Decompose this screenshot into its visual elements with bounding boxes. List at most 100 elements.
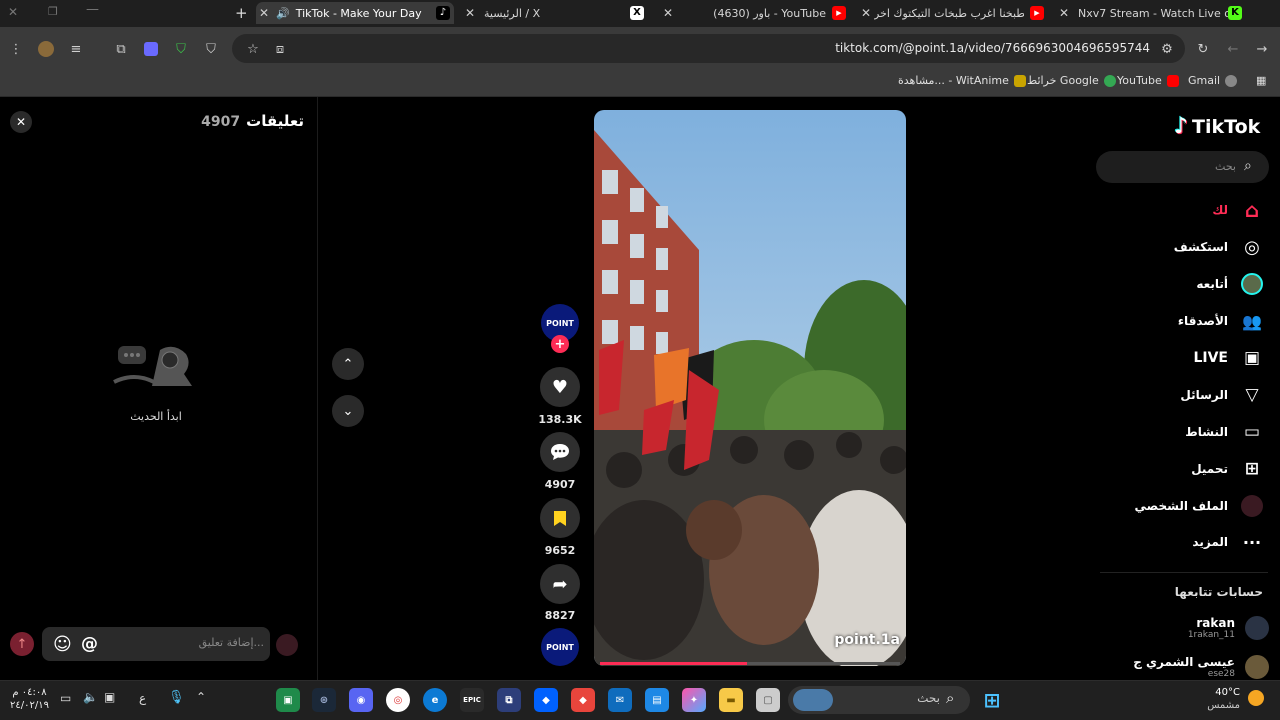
xbox-app-icon[interactable]: ▣ (276, 688, 300, 712)
nav-item-upload[interactable]: تحميل ⊞ (1191, 457, 1264, 481)
extensions-icon[interactable]: ⧉ (111, 39, 131, 59)
bookmark-label: مشاهدة... - WitAnime (898, 74, 1009, 87)
account-handle: ese28 (1207, 669, 1235, 679)
tray-expand-icon[interactable]: ⌃ (196, 690, 206, 704)
comments-title: تعليقات (246, 112, 304, 130)
emoji-icon[interactable]: ☺ (53, 634, 72, 655)
restore-window-icon[interactable]: ❐ (48, 5, 58, 18)
like-button[interactable]: ♥ (540, 367, 580, 407)
divider (1100, 572, 1268, 573)
input-language[interactable]: ع (139, 691, 146, 705)
tab-x[interactable]: ✕ الرئيسية / X X (462, 2, 648, 24)
upload-icon: ⊞ (1244, 459, 1260, 479)
url-text[interactable]: tiktok.com/@point.1a/video/7666963004696… (835, 41, 1150, 55)
tab-youtube-1[interactable]: ✕ (4630) باور - YouTube ▶ (660, 2, 850, 24)
bookmark-star-icon[interactable]: ☆ (243, 39, 263, 59)
nav-item-profile[interactable]: الملف الشخصي (1135, 494, 1264, 518)
bookmark-youtube[interactable]: YouTube (1117, 74, 1179, 87)
tab-close-icon[interactable]: ✕ (1056, 6, 1072, 20)
translate-icon[interactable]: ⧈ (270, 39, 290, 59)
clock-date: ٢٤/٠٢/١٩ (10, 700, 49, 711)
shield-icon[interactable]: ⛉ (201, 39, 221, 59)
copilot-icon[interactable]: ✦ (682, 688, 706, 712)
steam-icon[interactable]: ⊛ (312, 688, 336, 712)
dropbox-icon[interactable]: ◆ (534, 688, 558, 712)
tab-close-icon[interactable]: ✕ (858, 6, 874, 20)
mention-button[interactable]: @ (81, 634, 98, 654)
store-icon[interactable]: ▤ (645, 688, 669, 712)
nav-item-activity[interactable]: النشاط ▭ (1185, 420, 1264, 444)
nav-item-messages[interactable]: الرسائل ▽ (1180, 383, 1264, 407)
search-icon[interactable]: ⌕ (1244, 158, 1252, 174)
microphone-icon[interactable]: 🎙 (168, 690, 185, 705)
send-comment-button[interactable]: ↑ (10, 632, 34, 656)
tab-close-icon[interactable]: ✕ (256, 6, 272, 20)
edge-icon[interactable]: e (423, 688, 447, 712)
tab-tiktok[interactable]: ✕ 🔊 TikTok - Make Your Day ♪ (256, 2, 454, 24)
back-arrow-icon[interactable]: ← (1223, 39, 1243, 59)
tiktok-logo[interactable]: ♪ TikTok (1174, 114, 1260, 139)
weather-widget[interactable]: 40°C مشمس (1200, 686, 1240, 712)
video-progress-track[interactable] (600, 662, 900, 665)
network-icon[interactable]: ▣ (104, 690, 115, 704)
minimize-window-icon[interactable]: — (86, 2, 99, 17)
app-icon[interactable]: ⧉ (497, 688, 521, 712)
sound-disc-avatar[interactable]: POINT (541, 628, 579, 666)
battery-icon[interactable]: ▭ (60, 691, 71, 705)
close-comments-button[interactable]: ✕ (10, 111, 32, 133)
tab-close-icon[interactable]: ✕ (660, 6, 676, 20)
bookmark-witanime[interactable]: مشاهدة... - WitAnime (898, 74, 1026, 87)
extension-icon[interactable] (141, 39, 161, 59)
bookmark-google-maps[interactable]: خرائط Google (1027, 74, 1116, 87)
previous-video-button[interactable]: ⌃ (332, 348, 364, 380)
site-settings-icon[interactable]: ⚙ (1157, 39, 1177, 59)
outlook-icon[interactable]: ✉ (608, 688, 632, 712)
tab-youtube-2[interactable]: ✕ طبخنا اغرب طبخات التيكتوك اخر ▶ (858, 2, 1048, 24)
activity-icon: ▭ (1243, 422, 1261, 442)
bookmark-gmail[interactable]: Gmail (1188, 74, 1238, 87)
globe-icon (1225, 74, 1238, 87)
nav-item-for-you[interactable]: لك ⌂ (1212, 198, 1264, 222)
clock-time: ٠٤:٠٨ م (12, 687, 47, 698)
tab-close-icon[interactable]: ✕ (462, 6, 478, 20)
discord-icon[interactable]: ◉ (349, 688, 373, 712)
tab-kick[interactable]: ✕ Nxv7 Stream - Watch Live on K K (1056, 2, 1246, 24)
weather-temp: 40°C (1215, 687, 1240, 698)
forward-arrow-icon[interactable]: → (1252, 39, 1272, 59)
clock[interactable]: ٠٤:٠٨ م ٢٤/٠٢/١٩ (10, 686, 49, 712)
volume-icon[interactable]: 🔈 (83, 690, 98, 704)
close-window-icon[interactable]: ✕ (8, 5, 18, 19)
file-explorer-icon[interactable]: ▬ (719, 688, 743, 712)
nav-item-following[interactable]: أتابعه (1196, 272, 1264, 296)
epic-games-icon[interactable]: EPIC (460, 688, 484, 712)
kick-favicon: K (1228, 6, 1242, 20)
new-tab-button[interactable]: + (235, 4, 248, 22)
apps-grid-icon[interactable]: ▦ (1256, 74, 1266, 87)
following-account-rakan[interactable]: rakan 1rakan_11 (1188, 616, 1269, 640)
live-icon: ▣ (1243, 348, 1261, 368)
share-button[interactable]: ➦ (540, 564, 580, 604)
app-gray-icon[interactable]: ▢ (756, 688, 780, 712)
following-account-ese28[interactable]: عيسى الشمري ج ese28 (1133, 655, 1269, 679)
profile-avatar-icon[interactable] (36, 39, 56, 59)
nav-item-friends[interactable]: الأصدقاء 👥 (1178, 309, 1264, 333)
adblock-shield-icon[interactable]: ⛉ (171, 39, 191, 59)
nav-item-explore[interactable]: استكشف ◎ (1174, 235, 1264, 259)
save-button[interactable] (540, 498, 580, 538)
chrome-icon[interactable]: ◎ (386, 688, 410, 712)
nav-item-live[interactable]: LIVE ▣ (1193, 346, 1264, 370)
reload-icon[interactable]: ↻ (1193, 39, 1213, 59)
video-player[interactable] (594, 110, 906, 666)
app-red-icon[interactable]: ◆ (571, 688, 595, 712)
following-avatar (1240, 272, 1264, 296)
nav-item-more[interactable]: المزيد ··· (1192, 530, 1264, 554)
tab-title: الرئيسية / X (484, 6, 541, 20)
tiktok-favicon: ♪ (436, 6, 450, 20)
follow-plus-icon[interactable]: + (551, 335, 569, 353)
comment-button[interactable] (540, 432, 580, 472)
empty-comments-text: ابدأ الحديث (130, 410, 182, 423)
next-video-button[interactable]: ⌄ (332, 395, 364, 427)
media-control-icon[interactable]: ≡ (66, 39, 86, 59)
menu-icon[interactable]: ⋮ (6, 39, 26, 59)
windows-start-icon[interactable]: ⊞ (980, 688, 1004, 712)
